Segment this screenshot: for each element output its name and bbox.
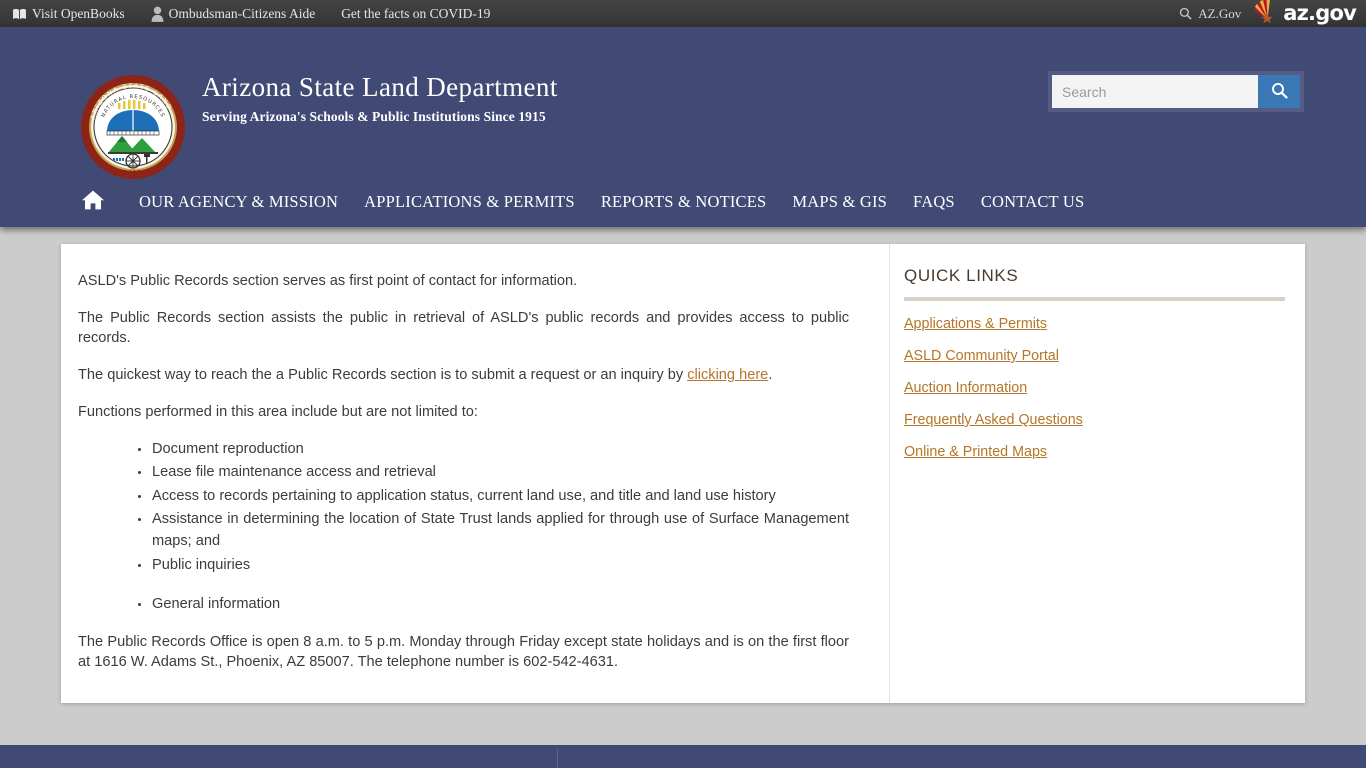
az-gov-search-link[interactable]: AZ.Gov [1179, 6, 1241, 22]
quick-links-title: QUICK LINKS [904, 266, 1019, 285]
quick-links-sidebar: QUICK LINKS Applications & Permits ASLD … [890, 244, 1305, 703]
site-tagline: Serving Arizona's Schools & Public Insti… [202, 109, 546, 125]
content-card: ASLD's Public Records section serves as … [61, 244, 1305, 704]
paragraph-quickest-way: The quickest way to reach the a Public R… [78, 365, 849, 386]
header-search [1052, 75, 1300, 108]
list-item: Assistance in determining the location o… [138, 509, 849, 552]
paragraph-quickest-way-after: . [768, 367, 773, 384]
arizona-flag-star-icon [1255, 0, 1280, 29]
quick-link-asld-community-portal[interactable]: ASLD Community Portal [904, 348, 1285, 364]
list-item: General information [138, 594, 849, 616]
top-utility-bar: Visit OpenBooks Ombudsman-Citizens Aide … [0, 0, 1366, 27]
page-body: ASLD's Public Records section serves as … [0, 227, 1366, 768]
top-link-ombudsman[interactable]: Ombudsman-Citizens Aide [151, 5, 316, 22]
top-utility-right: AZ.Gov az.gov [1179, 0, 1357, 29]
person-icon [151, 6, 164, 22]
search-icon [1271, 82, 1288, 102]
site-header: ARIZONA STATE LAND DEPARTMENT NATURAL RE… [0, 27, 1366, 227]
quick-links-divider [904, 297, 1285, 301]
footer-divider [557, 749, 558, 768]
svg-text:1915: 1915 [125, 170, 142, 176]
functions-list: Document reproduction Lease file mainten… [78, 439, 849, 616]
top-link-openbooks-label: Visit OpenBooks [32, 5, 125, 21]
header-inner: ARIZONA STATE LAND DEPARTMENT NATURAL RE… [0, 27, 1366, 195]
nav-item-contact-us[interactable]: CONTACT US [968, 184, 1098, 220]
top-utility-links: Visit OpenBooks Ombudsman-Citizens Aide … [12, 6, 490, 22]
quick-link-online-printed-maps[interactable]: Online & Printed Maps [904, 444, 1285, 460]
paragraph-intro: ASLD's Public Records section serves as … [78, 273, 578, 289]
open-book-icon [12, 8, 27, 20]
nav-item-maps-gis[interactable]: MAPS & GIS [779, 184, 900, 220]
nav-item-faqs[interactable]: FAQS [900, 184, 968, 220]
site-footer [0, 745, 1366, 768]
az-gov-wordmark: az.gov [1283, 1, 1357, 25]
main-content: ASLD's Public Records section serves as … [61, 244, 890, 704]
az-gov-logo[interactable]: az.gov [1255, 0, 1357, 29]
search-input[interactable] [1052, 75, 1258, 108]
top-link-covid19[interactable]: Get the facts on COVID-19 [341, 6, 490, 22]
paragraph-assists: The Public Records section assists the p… [78, 309, 849, 347]
quick-link-applications-permits[interactable]: Applications & Permits [904, 316, 1285, 332]
paragraph-functions-lead: Functions performed in this area include… [78, 403, 478, 420]
nav-item-applications-permits[interactable]: APPLICATIONS & PERMITS [351, 184, 588, 220]
site-title: Arizona State Land Department [202, 72, 558, 102]
nav-item-reports-notices[interactable]: REPORTS & NOTICES [588, 184, 780, 220]
magnifier-icon [1179, 7, 1192, 20]
arizona-state-land-department-seal[interactable]: ARIZONA STATE LAND DEPARTMENT NATURAL RE… [80, 74, 186, 180]
paragraph-quickest-way-before: The quickest way to reach the a Public R… [78, 367, 688, 384]
top-link-openbooks[interactable]: Visit OpenBooks [12, 6, 125, 22]
site-branding: Arizona State Land Department Serving Ar… [202, 71, 558, 125]
az-gov-label: AZ.Gov [1198, 5, 1242, 21]
main-navigation: OUR AGENCY & MISSION APPLICATIONS & PERM… [0, 177, 1366, 227]
nav-item-home[interactable] [76, 185, 110, 219]
list-item: Document reproduction [138, 439, 849, 461]
list-item: Public inquiries [138, 555, 849, 577]
top-link-ombudsman-label: Ombudsman-Citizens Aide [168, 5, 316, 21]
search-button[interactable] [1258, 75, 1300, 108]
clicking-here-link[interactable]: clicking here [687, 367, 768, 383]
quick-link-frequently-asked-questions[interactable]: Frequently Asked Questions [904, 412, 1285, 428]
paragraph-office-hours: The Public Records Office is open 8 a.m.… [78, 633, 849, 671]
top-link-covid19-label: Get the facts on COVID-19 [341, 5, 491, 21]
quick-link-auction-information[interactable]: Auction Information [904, 380, 1285, 396]
list-item: Lease file maintenance access and retrie… [138, 462, 849, 484]
list-item: Access to records pertaining to applicat… [138, 486, 849, 508]
nav-item-our-agency-mission[interactable]: OUR AGENCY & MISSION [126, 184, 351, 220]
home-icon [81, 188, 105, 217]
